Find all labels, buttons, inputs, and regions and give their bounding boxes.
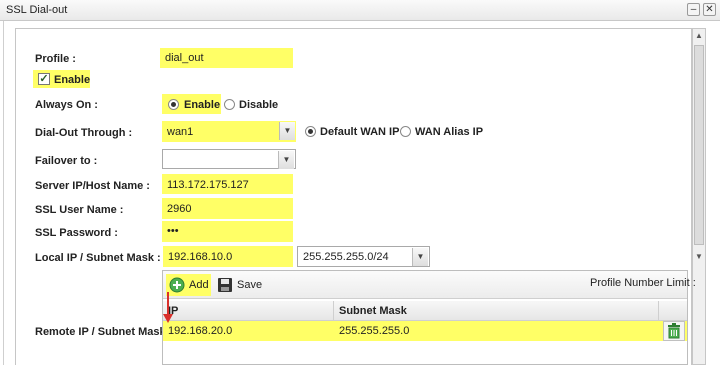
delete-row-button[interactable] bbox=[663, 321, 685, 341]
server-value: 113.172.175.127 bbox=[167, 179, 249, 191]
profile-value: dial_out bbox=[165, 52, 204, 64]
check-icon: ✓ bbox=[39, 73, 49, 85]
column-divider[interactable] bbox=[658, 301, 659, 321]
local-mask-value: 255.255.255.0/24 bbox=[303, 251, 389, 263]
failover-select[interactable]: ▼ bbox=[162, 149, 296, 169]
annotation-arrow bbox=[163, 292, 173, 323]
column-subnet-mask[interactable]: Subnet Mask bbox=[339, 305, 407, 317]
dropdown-arrow-icon[interactable]: ▼ bbox=[279, 122, 295, 140]
remote-ip-label: Remote IP / Subnet Mask : bbox=[35, 326, 173, 338]
ssl-user-value: 2960 bbox=[167, 203, 192, 215]
vertical-scrollbar[interactable]: ▲ ▼ bbox=[692, 28, 706, 365]
dial-out-through-select[interactable]: wan1 ▼ bbox=[162, 121, 296, 142]
scrollbar-thumb[interactable] bbox=[694, 45, 704, 245]
ssl-password-label: SSL Password : bbox=[35, 227, 118, 239]
grid-header: IP Subnet Mask bbox=[163, 301, 687, 321]
dropdown-arrow-icon[interactable]: ▼ bbox=[412, 248, 428, 266]
profile-label: Profile : bbox=[35, 53, 76, 65]
dial-out-through-value: wan1 bbox=[167, 126, 194, 138]
server-label: Server IP/Host Name : bbox=[35, 180, 150, 192]
profile-field[interactable]: dial_out bbox=[160, 48, 293, 68]
ssl-password-value: ••• bbox=[167, 225, 179, 237]
row-ip: 192.168.20.0 bbox=[168, 325, 233, 337]
always-on-disable-radio[interactable] bbox=[224, 99, 235, 110]
save-icon bbox=[218, 278, 232, 292]
failover-label: Failover to : bbox=[35, 155, 98, 167]
dropdown-arrow-icon[interactable]: ▼ bbox=[278, 151, 294, 169]
close-button[interactable]: ✕ bbox=[703, 3, 716, 16]
ssl-password-field[interactable]: ••• bbox=[162, 221, 293, 242]
always-on-disable-label: Disable bbox=[239, 99, 279, 111]
ssl-user-field[interactable]: 2960 bbox=[162, 198, 293, 219]
default-wan-ip-radio[interactable] bbox=[305, 126, 316, 137]
enable-label: Enable bbox=[54, 74, 91, 86]
wan-alias-ip-label: WAN Alias IP bbox=[415, 126, 484, 138]
minimize-button[interactable]: – bbox=[687, 3, 700, 16]
column-divider[interactable] bbox=[333, 301, 334, 321]
scroll-up-icon[interactable]: ▲ bbox=[695, 32, 703, 40]
window-title: SSL Dial-out bbox=[6, 4, 68, 16]
profile-limit-label: Profile Number Limit : bbox=[590, 277, 696, 289]
save-button[interactable]: Save bbox=[215, 274, 265, 296]
trash-icon bbox=[668, 323, 680, 339]
add-label: Add bbox=[189, 279, 209, 291]
window-titlebar: SSL Dial-out – ✕ bbox=[0, 0, 720, 21]
wan-alias-ip-radio[interactable] bbox=[400, 126, 411, 137]
row-subnet-mask: 255.255.255.0 bbox=[339, 325, 410, 337]
grid-toolbar: Add Save Profile Number Limit : bbox=[163, 271, 696, 299]
window-left-border bbox=[3, 21, 4, 365]
always-on-label: Always On : bbox=[35, 99, 98, 111]
table-row[interactable]: 192.168.20.0 255.255.255.0 bbox=[163, 321, 687, 341]
local-ip-label: Local IP / Subnet Mask : bbox=[35, 252, 161, 264]
enable-checkbox[interactable]: ✓ bbox=[38, 73, 50, 85]
ssl-user-label: SSL User Name : bbox=[35, 204, 124, 216]
default-wan-ip-label: Default WAN IP bbox=[320, 126, 400, 138]
local-ip-field[interactable]: 192.168.10.0 bbox=[163, 246, 293, 267]
remote-ip-grid: Add Save Profile Number Limit : IP Subne… bbox=[162, 270, 696, 365]
scroll-down-icon[interactable]: ▼ bbox=[695, 253, 703, 261]
always-on-enable-radio[interactable] bbox=[168, 99, 179, 110]
always-on-enable-label: Enable bbox=[184, 99, 221, 111]
local-mask-select[interactable]: 255.255.255.0/24 ▼ bbox=[297, 246, 430, 267]
save-label: Save bbox=[237, 279, 263, 291]
server-field[interactable]: 113.172.175.127 bbox=[162, 174, 293, 194]
local-ip-value: 192.168.10.0 bbox=[168, 251, 233, 263]
dial-out-through-label: Dial-Out Through : bbox=[35, 127, 133, 139]
